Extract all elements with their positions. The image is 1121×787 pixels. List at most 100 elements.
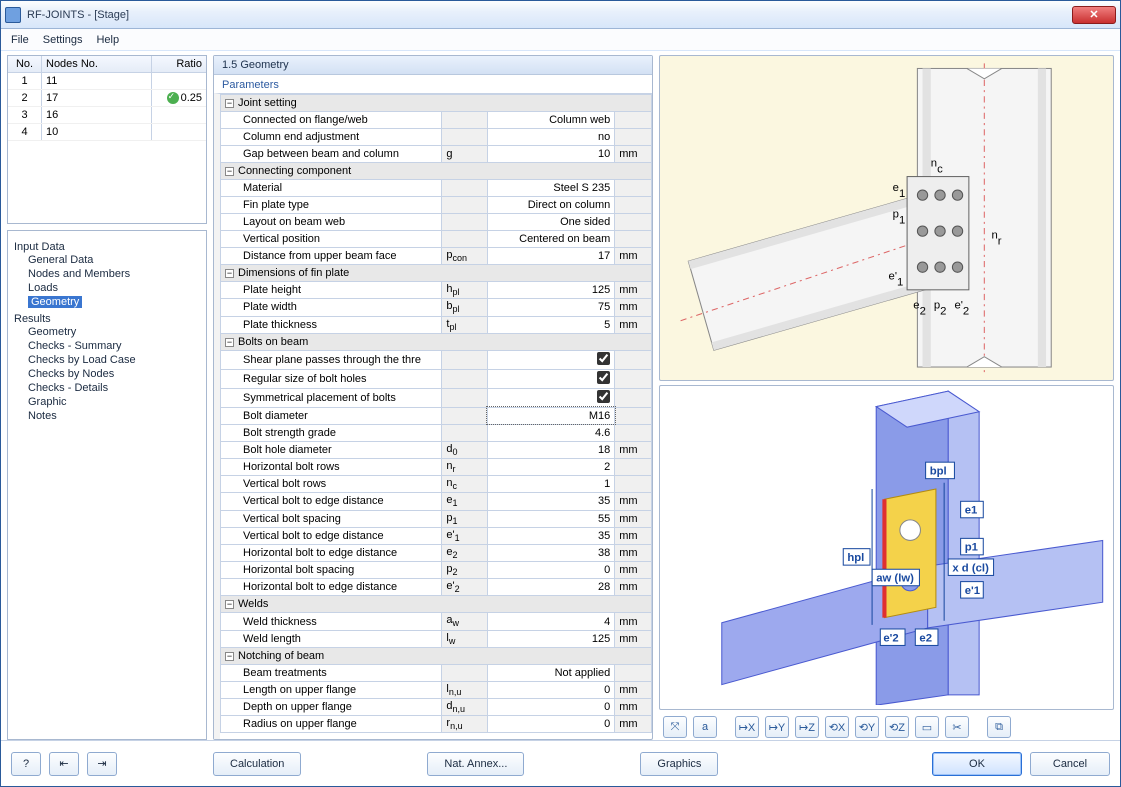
table-row[interactable]: 316 bbox=[8, 107, 206, 124]
tree-loads[interactable]: Loads bbox=[14, 281, 200, 295]
param-value[interactable]: 28 bbox=[487, 579, 614, 596]
tree-checks-details[interactable]: Checks - Details bbox=[14, 381, 200, 395]
param-symbol bbox=[442, 407, 487, 424]
param-symbol bbox=[442, 180, 487, 197]
axes-y-icon[interactable]: ↦Y bbox=[765, 716, 789, 738]
param-value[interactable]: Direct on column bbox=[487, 197, 614, 214]
tree-graphic[interactable]: Graphic bbox=[14, 395, 200, 409]
tag-xd: x d (cl) bbox=[952, 562, 989, 574]
copy-icon[interactable]: ⧉ bbox=[987, 716, 1011, 738]
param-value[interactable]: M16 bbox=[487, 407, 614, 424]
nat-annex-button[interactable]: Nat. Annex... bbox=[427, 752, 524, 776]
param-symbol bbox=[442, 231, 487, 248]
param-unit: mm bbox=[615, 510, 652, 527]
tree-results-header: Results bbox=[14, 313, 200, 325]
param-symbol: p1 bbox=[442, 510, 487, 527]
ok-icon bbox=[167, 92, 179, 104]
param-value[interactable]: Centered on beam bbox=[487, 231, 614, 248]
param-unit bbox=[615, 424, 652, 441]
tree-notes[interactable]: Notes bbox=[14, 409, 200, 423]
param-value[interactable]: 125 bbox=[487, 282, 614, 299]
table-row[interactable]: 2170.25 bbox=[8, 90, 206, 107]
param-value[interactable]: 38 bbox=[487, 544, 614, 561]
menu-help[interactable]: Help bbox=[96, 34, 119, 46]
param-value[interactable]: Steel S 235 bbox=[487, 180, 614, 197]
table-row[interactable]: 410 bbox=[8, 124, 206, 141]
param-name: Horizontal bolt to edge distance bbox=[221, 544, 442, 561]
param-value[interactable]: 35 bbox=[487, 527, 614, 544]
menu-settings[interactable]: Settings bbox=[43, 34, 83, 46]
menu-file[interactable]: File bbox=[11, 34, 29, 46]
param-check[interactable] bbox=[487, 350, 614, 369]
param-value[interactable]: Not applied bbox=[487, 664, 614, 681]
param-value[interactable]: 0 bbox=[487, 562, 614, 579]
param-name: Fin plate type bbox=[221, 197, 442, 214]
param-value[interactable]: 4.6 bbox=[487, 424, 614, 441]
param-name: Bolt hole diameter bbox=[221, 441, 442, 458]
calculation-button[interactable]: Calculation bbox=[213, 752, 301, 776]
param-name: Radius on upper flange bbox=[221, 716, 442, 733]
tree-checks-summary[interactable]: Checks - Summary bbox=[14, 339, 200, 353]
col-no[interactable]: No. bbox=[8, 56, 42, 72]
param-value[interactable]: Column web bbox=[487, 112, 614, 129]
table-row[interactable]: 111 bbox=[8, 73, 206, 90]
tree-checks-lc[interactable]: Checks by Load Case bbox=[14, 353, 200, 367]
param-check[interactable] bbox=[487, 388, 614, 407]
param-value[interactable]: 5 bbox=[487, 316, 614, 333]
param-unit: mm bbox=[615, 316, 652, 333]
param-value[interactable]: 125 bbox=[487, 630, 614, 647]
param-value[interactable]: 55 bbox=[487, 510, 614, 527]
tree-geometry-res[interactable]: Geometry bbox=[14, 325, 200, 339]
param-value[interactable]: 0 bbox=[487, 681, 614, 698]
param-name: Connected on flange/web bbox=[221, 112, 442, 129]
cancel-button[interactable]: Cancel bbox=[1030, 752, 1110, 776]
rot-x-icon[interactable]: ⟲X bbox=[825, 716, 849, 738]
tree-nodes-members[interactable]: Nodes and Members bbox=[14, 267, 200, 281]
tree-input-header: Input Data bbox=[14, 241, 200, 253]
param-name: Distance from upper beam face bbox=[221, 248, 442, 265]
param-value[interactable]: 75 bbox=[487, 299, 614, 316]
param-value[interactable]: 4 bbox=[487, 613, 614, 630]
param-name: Vertical position bbox=[221, 231, 442, 248]
parameters-label: Parameters bbox=[214, 75, 652, 93]
param-value[interactable]: 0 bbox=[487, 716, 614, 733]
param-value[interactable]: One sided bbox=[487, 214, 614, 231]
param-value[interactable]: no bbox=[487, 129, 614, 146]
axes-x-icon[interactable]: ↦X bbox=[735, 716, 759, 738]
param-symbol: bpl bbox=[442, 299, 487, 316]
help-button[interactable]: ? bbox=[11, 752, 41, 776]
param-check[interactable] bbox=[487, 369, 614, 388]
rot-y-icon[interactable]: ⟲Y bbox=[855, 716, 879, 738]
param-value[interactable]: 17 bbox=[487, 248, 614, 265]
param-value[interactable]: 35 bbox=[487, 493, 614, 510]
param-name: Layout on beam web bbox=[221, 214, 442, 231]
param-name: Bolt diameter bbox=[221, 407, 442, 424]
param-value[interactable]: 10 bbox=[487, 146, 614, 163]
render-view[interactable]: bpl hpl e1 p1 e'1 aw (lw) x d (cl) e'2 e… bbox=[659, 385, 1114, 711]
col-nodes[interactable]: Nodes No. bbox=[42, 56, 152, 72]
rot-z-icon[interactable]: ⟲Z bbox=[885, 716, 909, 738]
ok-button[interactable]: OK bbox=[932, 752, 1022, 776]
tree-checks-nodes[interactable]: Checks by Nodes bbox=[14, 367, 200, 381]
col-ratio[interactable]: Ratio bbox=[152, 56, 206, 72]
xyz-icon[interactable]: ⤧ bbox=[663, 716, 687, 738]
clip-icon[interactable]: ✂ bbox=[945, 716, 969, 738]
schematic-view: nc nr e1 p1 e'1 e2 p2 e'2 bbox=[659, 55, 1114, 381]
box-icon[interactable]: ▭ bbox=[915, 716, 939, 738]
axes-z-icon[interactable]: ↦Z bbox=[795, 716, 819, 738]
export-button[interactable]: ⇥ bbox=[87, 752, 117, 776]
tree-general-data[interactable]: General Data bbox=[14, 253, 200, 267]
param-unit bbox=[615, 180, 652, 197]
tree-geometry-input[interactable]: Geometry bbox=[14, 295, 200, 309]
close-button[interactable]: ✕ bbox=[1072, 6, 1116, 24]
text-icon[interactable]: a bbox=[693, 716, 717, 738]
param-value[interactable]: 2 bbox=[487, 458, 614, 475]
tag-p1: p1 bbox=[965, 541, 978, 553]
import-button[interactable]: ⇤ bbox=[49, 752, 79, 776]
param-value[interactable]: 18 bbox=[487, 441, 614, 458]
tag-e2: e2 bbox=[919, 632, 932, 644]
param-value[interactable]: 1 bbox=[487, 476, 614, 493]
graphics-button[interactable]: Graphics bbox=[640, 752, 718, 776]
param-value[interactable]: 0 bbox=[487, 699, 614, 716]
parameters-table[interactable]: −Joint settingConnected on flange/webCol… bbox=[214, 93, 652, 739]
